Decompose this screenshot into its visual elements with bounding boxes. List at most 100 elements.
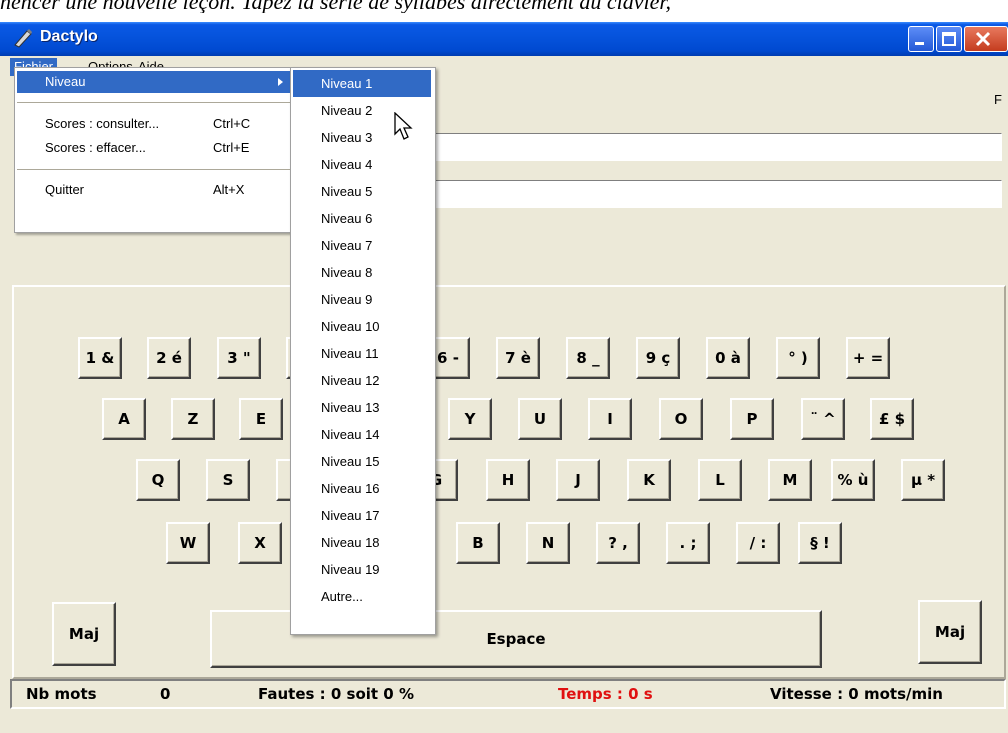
- key-9[interactable]: 9 ç: [636, 337, 680, 379]
- key-question[interactable]: ? ,: [596, 522, 640, 564]
- submenu-niveau-1[interactable]: Niveau 1: [293, 70, 431, 97]
- key-h[interactable]: H: [486, 459, 530, 501]
- key-z[interactable]: Z: [171, 398, 215, 440]
- submenu-niveau-7[interactable]: Niveau 7: [293, 232, 431, 259]
- key-period[interactable]: . ;: [666, 522, 710, 564]
- time-status: Temps : 0 s: [558, 685, 653, 703]
- shift-left-key[interactable]: Maj: [52, 602, 116, 666]
- key-q[interactable]: Q: [136, 459, 180, 501]
- submenu-item-label: Niveau 5: [321, 184, 373, 199]
- menu-separator: [17, 102, 291, 103]
- key-x[interactable]: X: [238, 522, 282, 564]
- submenu-item-label: Niveau 9: [321, 292, 373, 307]
- title-bar[interactable]: Dactylo: [0, 22, 1008, 56]
- minimize-icon: [915, 42, 924, 45]
- submenu-niveau-18[interactable]: Niveau 18: [293, 529, 431, 556]
- key-l[interactable]: L: [698, 459, 742, 501]
- submenu-niveau-13[interactable]: Niveau 13: [293, 394, 431, 421]
- menu-item-scores-consulter[interactable]: Scores : consulter... Ctrl+C: [17, 113, 291, 135]
- submenu-item-label: Niveau 12: [321, 373, 380, 388]
- menu-item-shortcut: Ctrl+E: [213, 140, 250, 155]
- menu-separator: [17, 169, 291, 170]
- key-mu[interactable]: µ *: [901, 459, 945, 501]
- status-bar: Nb mots 0 Fautes : 0 soit 0 % Temps : 0 …: [10, 679, 1006, 709]
- key-3[interactable]: 3 ": [217, 337, 261, 379]
- key-m[interactable]: M: [768, 459, 812, 501]
- submenu-item-label: Niveau 10: [321, 319, 380, 334]
- key-1[interactable]: 1 &: [78, 337, 122, 379]
- key-e[interactable]: E: [239, 398, 283, 440]
- submenu-item-label: Niveau 7: [321, 238, 373, 253]
- submenu-niveau-9[interactable]: Niveau 9: [293, 286, 431, 313]
- menu-item-label: Scores : effacer...: [45, 140, 146, 155]
- key-k[interactable]: K: [627, 459, 671, 501]
- menu-item-quitter[interactable]: Quitter Alt+X: [17, 179, 291, 201]
- menu-item-label: Quitter: [45, 182, 85, 197]
- submenu-item-label: Niveau 8: [321, 265, 373, 280]
- menu-item-shortcut: Alt+X: [213, 182, 245, 197]
- fichier-dropdown: Niveau Scores : consulter... Ctrl+C Scor…: [14, 67, 294, 233]
- submenu-item-label: Niveau 13: [321, 400, 380, 415]
- key-o[interactable]: O: [659, 398, 703, 440]
- submenu-niveau-6[interactable]: Niveau 6: [293, 205, 431, 232]
- submenu-niveau-17[interactable]: Niveau 17: [293, 502, 431, 529]
- submenu-item-label: Niveau 1: [321, 76, 373, 91]
- key-j[interactable]: J: [556, 459, 600, 501]
- key-a[interactable]: A: [102, 398, 146, 440]
- close-icon: [975, 31, 991, 47]
- submenu-autre[interactable]: Autre...: [293, 583, 431, 610]
- submenu-item-label: Niveau 16: [321, 481, 380, 496]
- key-percent[interactable]: % ù: [831, 459, 875, 501]
- key-plus[interactable]: + =: [846, 337, 890, 379]
- submenu-niveau-16[interactable]: Niveau 16: [293, 475, 431, 502]
- key-circumflex[interactable]: ¨ ^: [801, 398, 845, 440]
- menu-item-scores-effacer[interactable]: Scores : effacer... Ctrl+E: [17, 137, 291, 159]
- submenu-niveau-5[interactable]: Niveau 5: [293, 178, 431, 205]
- submenu-item-label: Niveau 4: [321, 157, 373, 172]
- submenu-item-label: Autre...: [321, 589, 363, 604]
- instruction-text: nencer une nouvelle leçon. Tapez la séri…: [0, 0, 672, 13]
- words-count-value: 0: [160, 685, 171, 703]
- key-0[interactable]: 0 à: [706, 337, 750, 379]
- maximize-icon: [942, 32, 956, 46]
- key-7[interactable]: 7 è: [496, 337, 540, 379]
- submenu-niveau-11[interactable]: Niveau 11: [293, 340, 431, 367]
- shift-right-key[interactable]: Maj: [918, 600, 982, 664]
- submenu-niveau-15[interactable]: Niveau 15: [293, 448, 431, 475]
- close-button[interactable]: [964, 26, 1008, 52]
- key-y[interactable]: Y: [448, 398, 492, 440]
- minimize-button[interactable]: [908, 26, 934, 52]
- submenu-niveau-12[interactable]: Niveau 12: [293, 367, 431, 394]
- window-title: Dactylo: [40, 28, 98, 45]
- submenu-niveau-14[interactable]: Niveau 14: [293, 421, 431, 448]
- niveau-submenu: Niveau 1 Niveau 2 Niveau 3 Niveau 4 Nive…: [290, 67, 436, 635]
- submenu-item-label: Niveau 15: [321, 454, 380, 469]
- maximize-button[interactable]: [936, 26, 962, 52]
- words-count-label: Nb mots: [26, 685, 97, 703]
- menu-item-niveau-label: Niveau: [45, 74, 86, 89]
- key-b[interactable]: B: [456, 522, 500, 564]
- key-pound[interactable]: £ $: [870, 398, 914, 440]
- key-s[interactable]: S: [206, 459, 250, 501]
- menu-item-label: Scores : consulter...: [45, 116, 160, 131]
- submenu-niveau-19[interactable]: Niveau 19: [293, 556, 431, 583]
- key-i[interactable]: I: [588, 398, 632, 440]
- submenu-item-label: Niveau 14: [321, 427, 380, 442]
- submenu-niveau-8[interactable]: Niveau 8: [293, 259, 431, 286]
- key-n[interactable]: N: [526, 522, 570, 564]
- mouse-cursor-icon: [394, 112, 413, 140]
- key-w[interactable]: W: [166, 522, 210, 564]
- submenu-niveau-10[interactable]: Niveau 10: [293, 313, 431, 340]
- key-8[interactable]: 8 _: [566, 337, 610, 379]
- virtual-keyboard: 1 & 2 é 3 " 6 - 7 è 8 _ 9 ç 0 à ° ) + = …: [12, 285, 1006, 679]
- key-p[interactable]: P: [730, 398, 774, 440]
- key-2[interactable]: 2 é: [147, 337, 191, 379]
- key-slash[interactable]: / :: [736, 522, 780, 564]
- key-degree[interactable]: ° ): [776, 337, 820, 379]
- key-u[interactable]: U: [518, 398, 562, 440]
- submenu-item-label: Niveau 11: [321, 346, 379, 361]
- key-section[interactable]: § !: [798, 522, 842, 564]
- typing-input[interactable]: [430, 180, 1002, 208]
- menu-item-niveau[interactable]: Niveau: [17, 71, 291, 93]
- submenu-niveau-4[interactable]: Niveau 4: [293, 151, 431, 178]
